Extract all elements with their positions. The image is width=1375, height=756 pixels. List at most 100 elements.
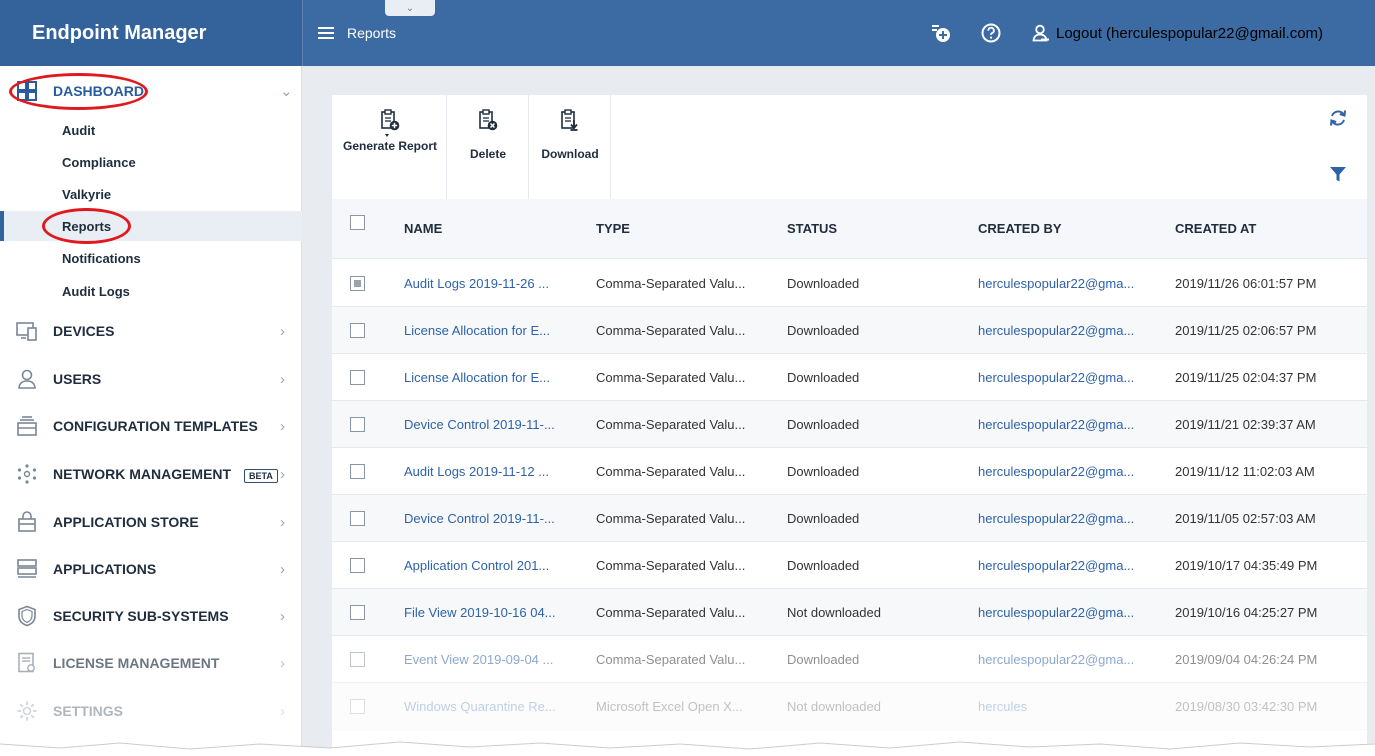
- created-by-link[interactable]: herculespopular22@gma...: [978, 511, 1134, 526]
- report-status: Downloaded: [787, 558, 860, 573]
- report-name-link[interactable]: Device Control 2019-11-...: [404, 417, 555, 432]
- chevron-right-icon: ›: [280, 465, 285, 483]
- sidebar-item-dashboard[interactable]: DASHBOARD ⌄: [0, 76, 302, 106]
- download-report-icon: [561, 109, 578, 131]
- sidebar-item-users[interactable]: USERS ›: [0, 364, 302, 394]
- row-checkbox[interactable]: [350, 699, 365, 714]
- table-row[interactable]: Device Control 2019-11-... Comma-Separat…: [332, 401, 1367, 448]
- sidebar-dashboard-label: DASHBOARD: [53, 83, 144, 99]
- sidebar-network-management-label: NETWORK MANAGEMENT BETA: [53, 466, 278, 483]
- created-at: 2019/11/12 11:02:03 AM: [1175, 464, 1315, 479]
- report-name-link[interactable]: Device Control 2019-11-...: [404, 511, 555, 526]
- sidebar-item-network-management[interactable]: NETWORK MANAGEMENT BETA ›: [0, 459, 302, 489]
- row-checkbox[interactable]: [350, 652, 365, 667]
- row-checkbox[interactable]: [350, 417, 365, 432]
- report-status: Downloaded: [787, 370, 860, 385]
- download-button[interactable]: Download: [537, 109, 603, 161]
- row-checkbox[interactable]: [350, 605, 365, 620]
- row-checkbox[interactable]: [350, 558, 365, 573]
- table-row[interactable]: Audit Logs 2019-11-26 ... Comma-Separate…: [332, 260, 1367, 307]
- templates-icon: [16, 415, 38, 437]
- collapse-header-tab[interactable]: ⌄: [385, 0, 435, 16]
- sidebar-users-label: USERS: [53, 371, 102, 387]
- report-name-link[interactable]: Event View 2019-09-04 ...: [404, 652, 553, 667]
- sidebar-applications-label: APPLICATIONS: [53, 561, 157, 577]
- created-at: 2019/11/21 02:39:37 AM: [1175, 417, 1316, 432]
- dashboard-icon: [16, 80, 38, 102]
- sidebar-item-audit[interactable]: Audit: [0, 115, 302, 145]
- logout-link[interactable]: Logout (herculespopular22@gmail.com): [1032, 24, 1323, 42]
- sidebar-item-settings[interactable]: SETTINGS ›: [0, 696, 302, 726]
- report-name-link[interactable]: File View 2019-10-16 04...: [404, 605, 556, 620]
- toolbar: Generate Report Delete Download: [332, 95, 1367, 199]
- sidebar-item-valkyrie[interactable]: Valkyrie: [0, 179, 302, 209]
- created-by-link[interactable]: herculespopular22@gma...: [978, 323, 1134, 338]
- report-status: Not downloaded: [787, 699, 881, 714]
- row-checkbox[interactable]: [350, 464, 365, 479]
- column-header-name[interactable]: NAME: [404, 221, 442, 236]
- delete-button[interactable]: Delete: [458, 109, 518, 161]
- created-by-link[interactable]: herculespopular22@gma...: [978, 370, 1134, 385]
- created-by-link[interactable]: herculespopular22@gma...: [978, 652, 1134, 667]
- column-header-created-by[interactable]: CREATED BY: [978, 221, 1062, 236]
- shield-icon: [16, 605, 38, 627]
- table-row[interactable]: License Allocation for E... Comma-Separa…: [332, 307, 1367, 354]
- sidebar-item-security-sub-systems[interactable]: SECURITY SUB-SYSTEMS ›: [0, 601, 302, 631]
- report-status: Downloaded: [787, 652, 860, 667]
- created-by-link[interactable]: herculespopular22@gma...: [978, 558, 1134, 573]
- table-row[interactable]: Event View 2019-09-04 ... Comma-Separate…: [332, 636, 1367, 683]
- table-row[interactable]: License Allocation for E... Comma-Separa…: [332, 354, 1367, 401]
- report-name-link[interactable]: License Allocation for E...: [404, 370, 550, 385]
- toolbar-divider: [610, 95, 611, 199]
- sidebar-item-audit-logs[interactable]: Audit Logs: [0, 276, 302, 306]
- report-name-link[interactable]: Audit Logs 2019-11-26 ...: [404, 276, 549, 291]
- report-name-link[interactable]: License Allocation for E...: [404, 323, 550, 338]
- gear-icon: [16, 700, 38, 722]
- column-header-type[interactable]: TYPE: [596, 221, 630, 236]
- delete-report-icon: [479, 109, 498, 131]
- created-by-link[interactable]: herculespopular22@gma...: [978, 417, 1134, 432]
- column-header-status[interactable]: STATUS: [787, 221, 837, 236]
- sidebar-item-configuration-templates[interactable]: CONFIGURATION TEMPLATES ›: [0, 411, 302, 441]
- chevron-right-icon: ›: [280, 654, 285, 672]
- generate-report-icon: [381, 109, 400, 137]
- created-at: 2019/11/26 06:01:57 PM: [1175, 276, 1317, 291]
- sidebar-item-notifications[interactable]: Notifications: [0, 243, 302, 273]
- sidebar-configuration-templates-label: CONFIGURATION TEMPLATES: [53, 418, 258, 434]
- sidebar-item-devices[interactable]: DEVICES ›: [0, 316, 302, 346]
- help-icon[interactable]: [980, 22, 1002, 44]
- column-header-created-at[interactable]: CREATED AT: [1175, 221, 1256, 236]
- table-row[interactable]: Application Control 201... Comma-Separat…: [332, 542, 1367, 589]
- report-name-link[interactable]: Windows Quarantine Re...: [404, 699, 556, 714]
- created-by-link[interactable]: herculespopular22@gma...: [978, 605, 1134, 620]
- row-checkbox[interactable]: [350, 511, 365, 526]
- table-row[interactable]: Windows Quarantine Re... Microsoft Excel…: [332, 683, 1367, 730]
- sidebar-item-compliance[interactable]: Compliance: [0, 147, 302, 177]
- add-notification-icon[interactable]: [930, 22, 952, 44]
- created-at: 2019/09/04 04:26:24 PM: [1175, 652, 1318, 667]
- row-checkbox[interactable]: [350, 370, 365, 385]
- refresh-icon[interactable]: [1328, 108, 1348, 133]
- table-row[interactable]: Device Control 2019-11-... Comma-Separat…: [332, 495, 1367, 542]
- chevron-right-icon: ›: [280, 370, 285, 388]
- filter-icon[interactable]: [1329, 165, 1347, 188]
- sidebar-item-reports[interactable]: Reports: [0, 211, 302, 241]
- hamburger-menu-icon[interactable]: [318, 27, 334, 39]
- chevron-right-icon: ›: [280, 322, 285, 340]
- sidebar-item-license-management[interactable]: LICENSE MANAGEMENT ›: [0, 648, 302, 678]
- generate-report-button[interactable]: Generate Report: [341, 109, 439, 153]
- select-all-checkbox[interactable]: [350, 215, 365, 230]
- report-type: Comma-Separated Valu...: [596, 605, 746, 620]
- report-name-link[interactable]: Audit Logs 2019-11-12 ...: [404, 464, 549, 479]
- chevron-down-icon: ⌄: [405, 2, 415, 14]
- created-by-link[interactable]: hercules: [978, 699, 1027, 714]
- table-row[interactable]: Audit Logs 2019-11-12 ... Comma-Separate…: [332, 448, 1367, 495]
- sidebar-item-applications[interactable]: APPLICATIONS ›: [0, 554, 302, 584]
- sidebar-item-application-store[interactable]: APPLICATION STORE ›: [0, 507, 302, 537]
- report-name-link[interactable]: Application Control 201...: [404, 558, 549, 573]
- row-checkbox[interactable]: [350, 276, 365, 291]
- row-checkbox[interactable]: [350, 323, 365, 338]
- created-by-link[interactable]: herculespopular22@gma...: [978, 464, 1134, 479]
- table-row[interactable]: File View 2019-10-16 04... Comma-Separat…: [332, 589, 1367, 636]
- created-by-link[interactable]: herculespopular22@gma...: [978, 276, 1134, 291]
